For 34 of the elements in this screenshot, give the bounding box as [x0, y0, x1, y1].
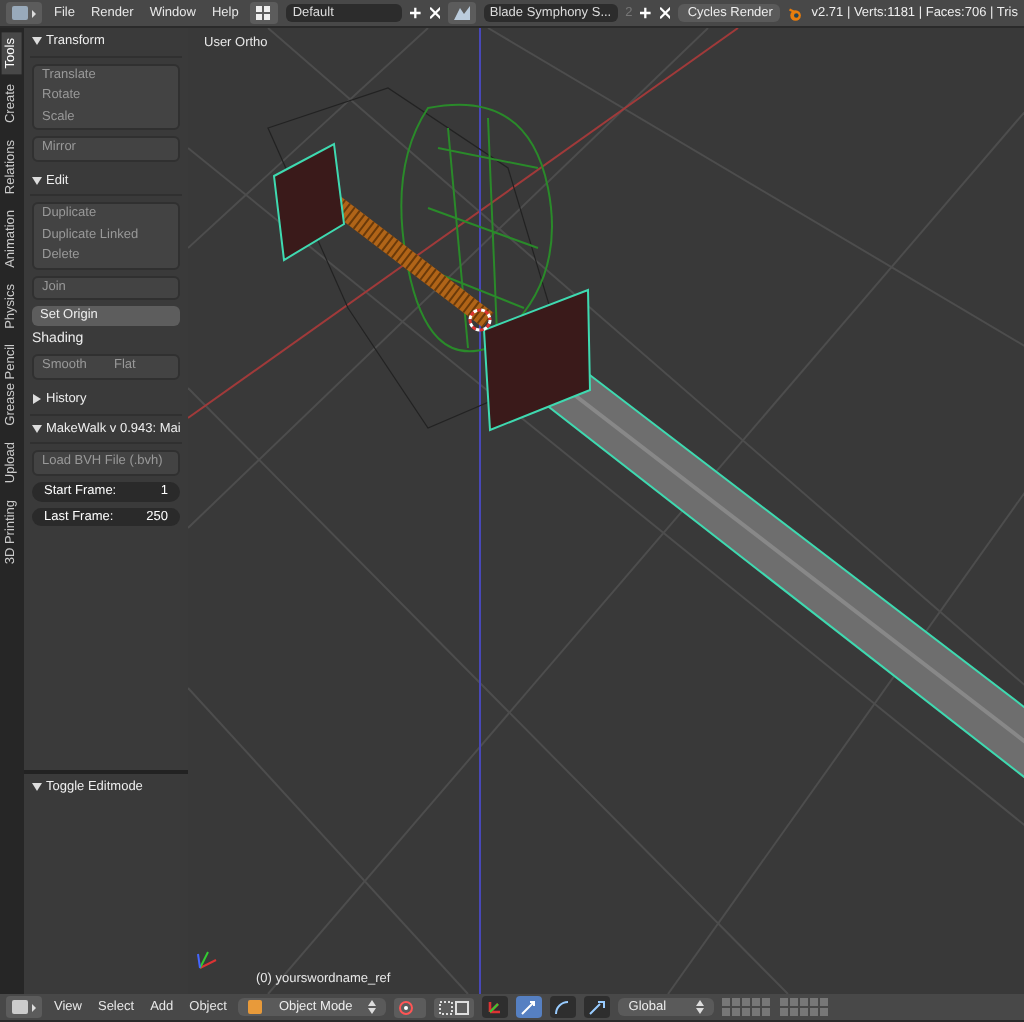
manipulator-button[interactable]: [550, 996, 577, 1018]
close-icon[interactable]: [429, 6, 440, 20]
button-icon: [588, 998, 607, 1016]
shading-button[interactable]: [434, 997, 475, 1017]
manipulator-button[interactable]: [516, 996, 543, 1018]
expanded-arrow-icon[interactable]: [32, 36, 42, 47]
layout-button[interactable]: [250, 2, 279, 24]
add-icon[interactable]: [410, 6, 422, 20]
button-icon: [10, 4, 38, 22]
manipulator-button[interactable]: [584, 996, 611, 1018]
pivot-button[interactable]: [394, 997, 427, 1017]
button-icon: [10, 998, 38, 1016]
button-icon: [486, 998, 505, 1016]
button-icon: [520, 998, 539, 1016]
button-icon: [696, 999, 705, 1014]
expanded-arrow-icon[interactable]: [32, 175, 42, 186]
button-icon: [438, 999, 471, 1015]
scene-button[interactable]: [447, 2, 476, 24]
close-icon[interactable]: [659, 6, 670, 20]
editor-type-button[interactable]: [6, 996, 42, 1018]
button-icon: [248, 999, 263, 1014]
collapsed-arrow-icon[interactable]: [32, 394, 42, 405]
cursor-icon: [468, 308, 492, 332]
logo-icon: [788, 3, 804, 23]
button-icon: [554, 998, 573, 1016]
manipulator-button[interactable]: [482, 996, 509, 1018]
button-icon: [254, 4, 275, 22]
expanded-arrow-icon[interactable]: [32, 423, 42, 434]
add-icon[interactable]: [640, 6, 652, 20]
expanded-arrow-icon[interactable]: [32, 782, 42, 793]
editor-type-button[interactable]: [6, 2, 42, 24]
button-icon: [368, 999, 377, 1014]
axes-icon: [197, 951, 217, 969]
button-icon: [451, 4, 472, 22]
